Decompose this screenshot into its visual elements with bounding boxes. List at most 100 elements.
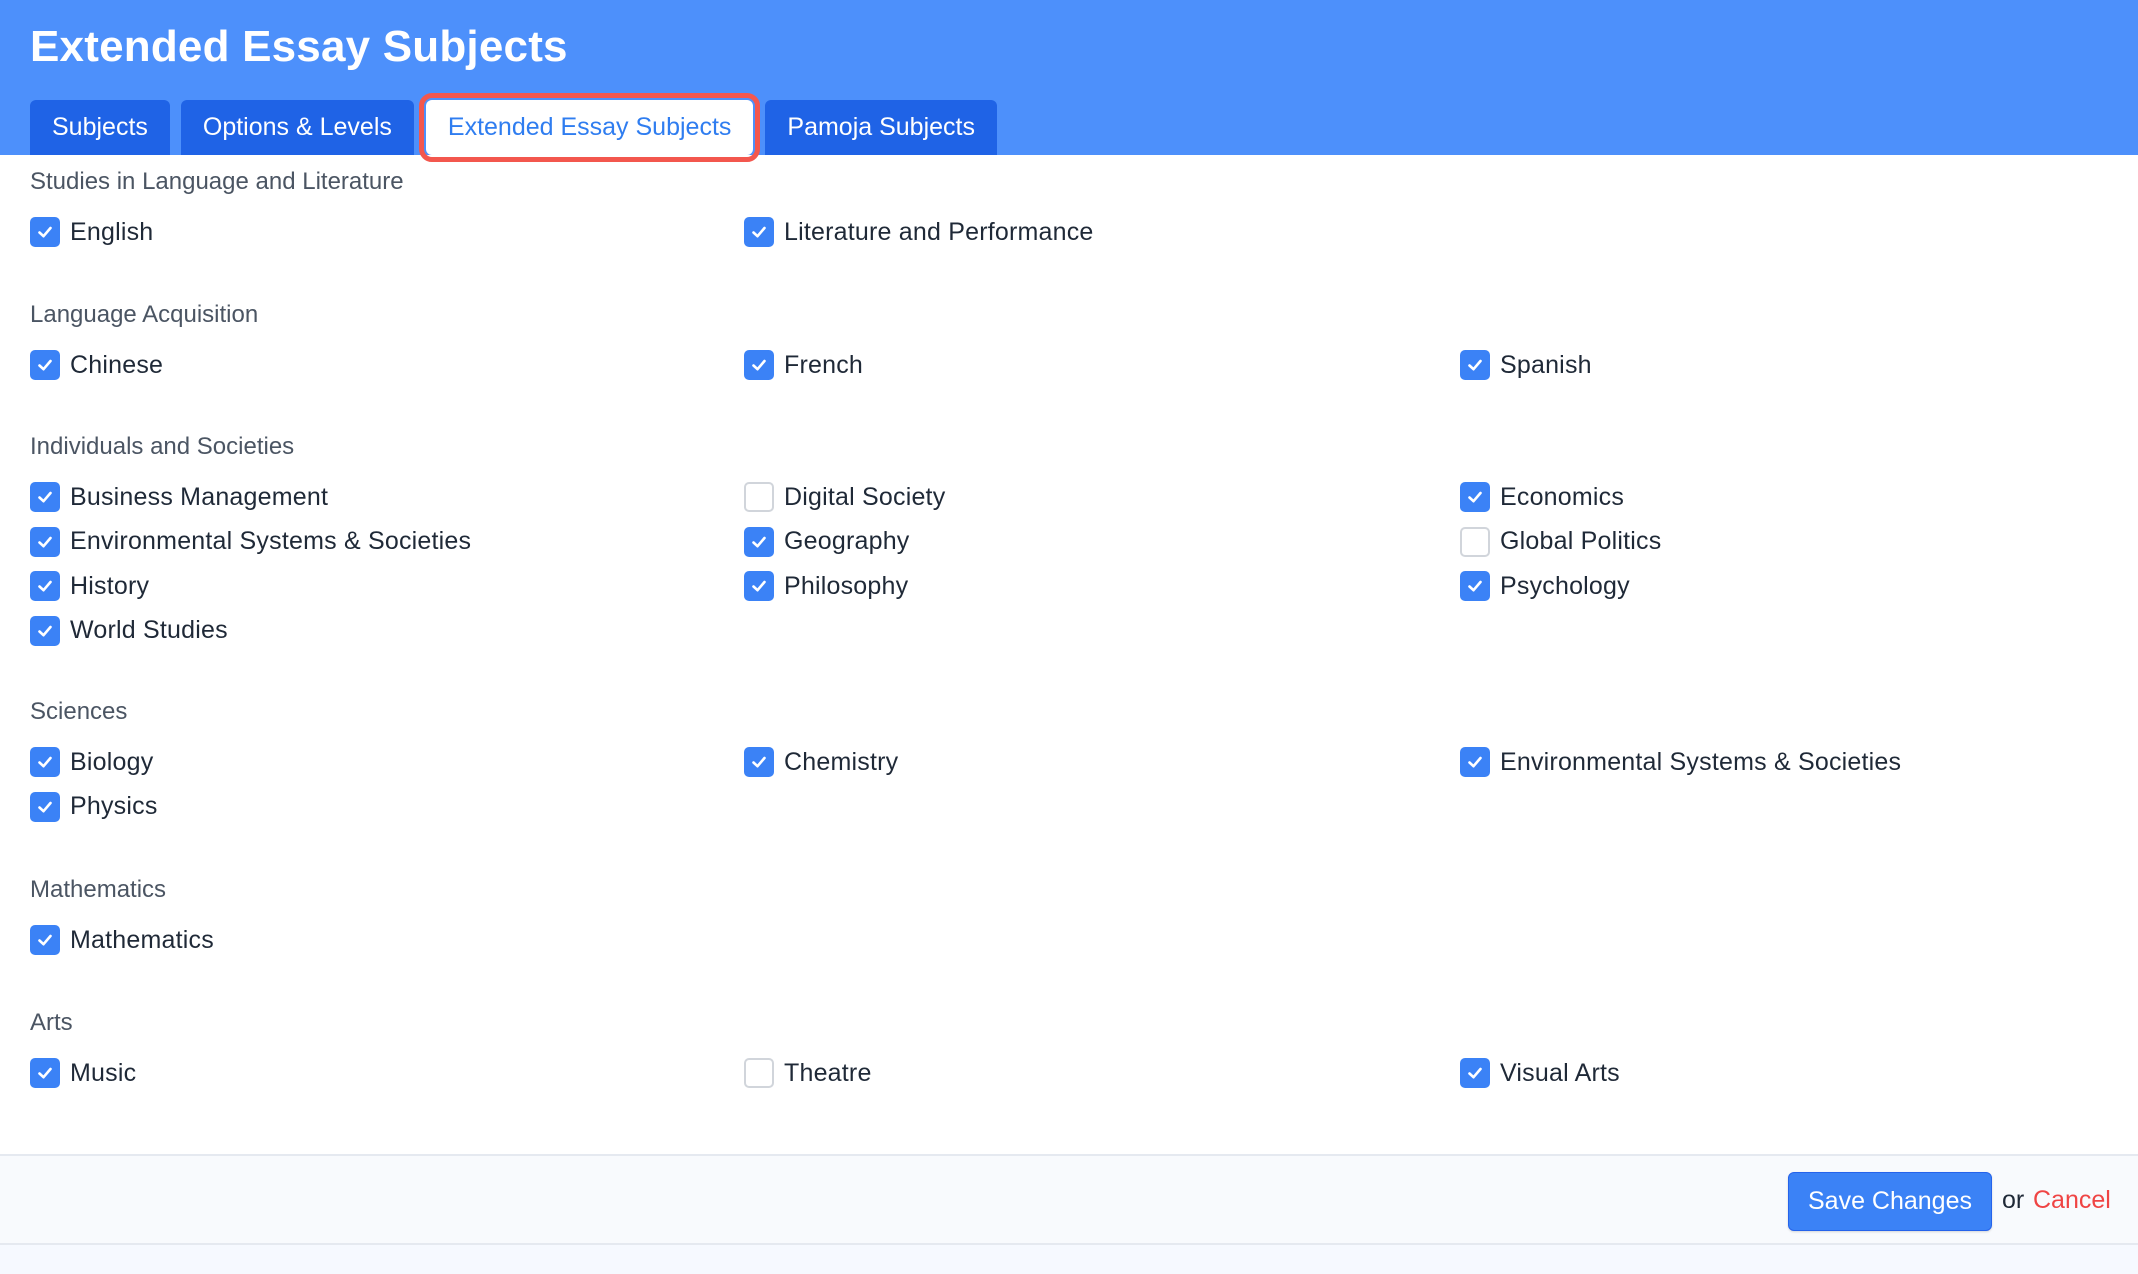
checkbox-checked[interactable] bbox=[30, 526, 60, 557]
checkmark-icon bbox=[1468, 756, 1482, 768]
subject-checkbox-item[interactable]: Global Politics bbox=[1460, 526, 1661, 558]
checkbox-unchecked[interactable] bbox=[744, 1058, 774, 1088]
bottom-strip bbox=[0, 1245, 2138, 1274]
page-header: Extended Essay Subjects Subjects Options… bbox=[0, 0, 2138, 162]
subject-label: Theatre bbox=[784, 1058, 872, 1087]
save-changes-button[interactable]: Save Changes bbox=[1788, 1172, 1992, 1231]
subject-label: Mathematics bbox=[70, 925, 214, 954]
checkmark-icon bbox=[38, 491, 52, 503]
checkbox-checked[interactable] bbox=[30, 925, 60, 955]
checkbox-checked[interactable] bbox=[1460, 350, 1490, 380]
checkmark-icon bbox=[38, 1067, 52, 1079]
checkbox-unchecked[interactable] bbox=[1460, 526, 1490, 557]
subject-label: English bbox=[70, 217, 154, 246]
tab-pamoja-subjects[interactable]: Pamoja Subjects bbox=[765, 100, 997, 155]
checkbox-checked[interactable] bbox=[1460, 747, 1490, 777]
subject-checkbox-item[interactable]: Biology bbox=[30, 746, 153, 778]
subject-checkbox-item[interactable]: Mathematics bbox=[30, 924, 214, 956]
section-heading: Arts bbox=[30, 1009, 73, 1036]
page-title: Extended Essay Subjects bbox=[30, 22, 568, 71]
checkbox-checked[interactable] bbox=[744, 350, 774, 380]
subject-label: Biology bbox=[70, 747, 154, 776]
subject-checkbox-item[interactable]: Psychology bbox=[1460, 570, 1630, 602]
subject-checkbox-item[interactable]: Environmental Systems & Societies bbox=[1460, 746, 1901, 778]
section-heading: Individuals and Societies bbox=[30, 433, 295, 460]
form-footer: Save Changes or Cancel bbox=[0, 1154, 2138, 1245]
subject-checkbox-item[interactable]: Geography bbox=[744, 526, 910, 558]
checkbox-checked[interactable] bbox=[744, 747, 774, 777]
checkmark-icon bbox=[38, 536, 52, 547]
checkmark-icon bbox=[38, 801, 52, 812]
subject-checkbox-item[interactable]: World Studies bbox=[30, 615, 228, 647]
checkbox-checked[interactable] bbox=[30, 571, 60, 601]
subject-checkbox-item[interactable]: Digital Society bbox=[744, 481, 945, 513]
subject-checkbox-item[interactable]: Spanish bbox=[1460, 349, 1592, 381]
section-heading: Studies in Language and Literature bbox=[30, 168, 404, 195]
tab-extended-essay-subjects[interactable]: Extended Essay Subjects bbox=[418, 93, 761, 162]
subject-checkbox-item[interactable]: Economics bbox=[1460, 481, 1624, 513]
checkbox-checked[interactable] bbox=[744, 571, 774, 601]
subject-label: Geography bbox=[784, 527, 910, 555]
subject-label: Chinese bbox=[70, 350, 164, 379]
tab-subjects[interactable]: Subjects bbox=[30, 100, 170, 155]
subject-label: Literature and Performance bbox=[784, 217, 1094, 246]
checkmark-icon bbox=[38, 625, 52, 636]
subject-checkbox-item[interactable]: Physics bbox=[30, 791, 158, 823]
subject-checkbox-item[interactable]: Business Management bbox=[30, 481, 328, 513]
checkbox-checked[interactable] bbox=[30, 747, 60, 777]
subject-label: Environmental Systems & Societies bbox=[1500, 747, 1902, 776]
subject-checkbox-item[interactable]: Music bbox=[30, 1057, 136, 1089]
checkmark-icon bbox=[38, 756, 52, 768]
checkbox-checked[interactable] bbox=[1460, 482, 1490, 512]
checkbox-checked[interactable] bbox=[1460, 571, 1490, 601]
section-heading: Sciences bbox=[30, 698, 128, 725]
subject-label: History bbox=[70, 571, 150, 600]
checkmark-icon bbox=[1468, 359, 1482, 371]
subject-checkbox-item[interactable]: English bbox=[30, 216, 153, 248]
checkbox-unchecked[interactable] bbox=[744, 482, 774, 512]
section-heading: Language Acquisition bbox=[30, 301, 259, 328]
checkmark-icon bbox=[1468, 491, 1482, 503]
subject-label: Economics bbox=[1500, 482, 1625, 511]
checkmark-icon bbox=[752, 226, 766, 238]
subject-checkbox-item[interactable]: Visual Arts bbox=[1460, 1057, 1620, 1089]
checkbox-checked[interactable] bbox=[744, 526, 774, 557]
checkbox-checked[interactable] bbox=[30, 482, 60, 512]
subject-checkbox-item[interactable]: Chinese bbox=[30, 349, 163, 381]
section-heading: Mathematics bbox=[30, 876, 167, 903]
checkmark-icon bbox=[1468, 580, 1482, 592]
checkbox-checked[interactable] bbox=[30, 615, 60, 646]
checkmark-icon bbox=[38, 226, 52, 238]
checkbox-checked[interactable] bbox=[1460, 1058, 1490, 1088]
subject-checkbox-item[interactable]: Chemistry bbox=[744, 746, 898, 778]
checkbox-checked[interactable] bbox=[30, 350, 60, 380]
subject-checkbox-item[interactable]: History bbox=[30, 570, 149, 602]
subject-checkbox-item[interactable]: Theatre bbox=[744, 1057, 872, 1089]
or-text: or bbox=[2002, 1186, 2025, 1214]
checkmark-icon bbox=[38, 359, 52, 371]
cancel-link[interactable]: Cancel bbox=[2033, 1186, 2111, 1215]
subject-label: Visual Arts bbox=[1500, 1058, 1620, 1087]
checkbox-checked[interactable] bbox=[30, 217, 60, 247]
subject-label: World Studies bbox=[70, 616, 228, 644]
subject-checkbox-item[interactable]: Philosophy bbox=[744, 570, 908, 602]
subject-checkbox-item[interactable]: Literature and Performance bbox=[744, 216, 1094, 248]
subject-label: French bbox=[784, 350, 864, 379]
tab-options-levels[interactable]: Options & Levels bbox=[180, 100, 414, 155]
subject-label: Global Politics bbox=[1500, 527, 1662, 555]
subject-label: Music bbox=[70, 1058, 137, 1087]
subject-label: Environmental Systems & Societies bbox=[70, 527, 472, 555]
subject-label: Business Management bbox=[70, 482, 329, 511]
tab-bar: Subjects Options & Levels Extended Essay… bbox=[30, 93, 997, 162]
checkbox-checked[interactable] bbox=[30, 791, 60, 822]
checkbox-checked[interactable] bbox=[744, 217, 774, 247]
subject-label: Philosophy bbox=[784, 571, 909, 600]
checkbox-checked[interactable] bbox=[30, 1058, 60, 1088]
subject-label: Physics bbox=[70, 792, 158, 820]
checkmark-icon bbox=[752, 756, 766, 768]
subject-checkbox-item[interactable]: French bbox=[744, 349, 863, 381]
subject-checkbox-item[interactable]: Environmental Systems & Societies bbox=[30, 526, 471, 558]
subject-label: Spanish bbox=[1500, 350, 1592, 379]
checkmark-icon bbox=[752, 580, 766, 592]
checkmark-icon bbox=[752, 359, 766, 371]
